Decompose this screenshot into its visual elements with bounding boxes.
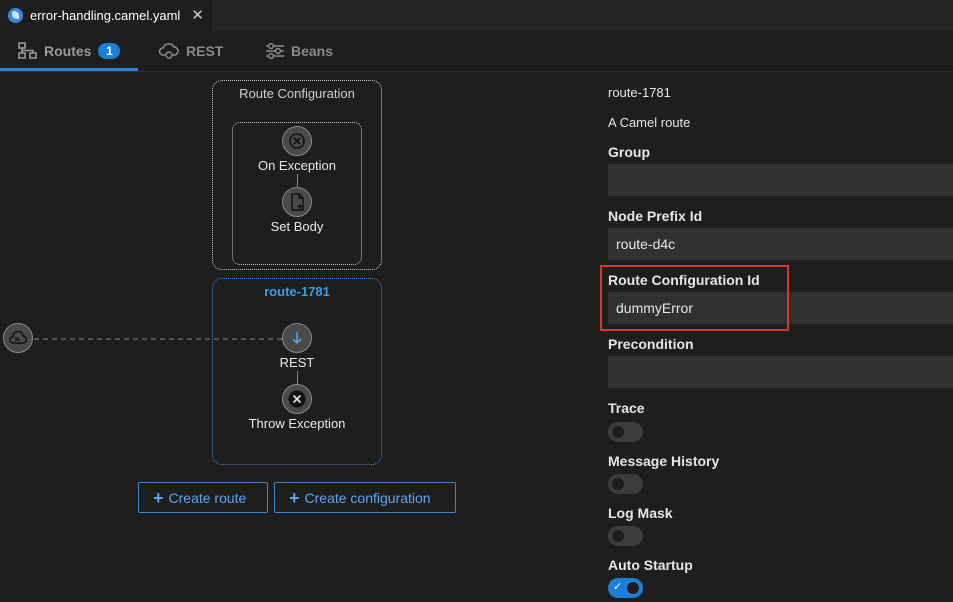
set-body-node[interactable] [282,187,312,217]
on-exception-node[interactable] [282,126,312,156]
annotation-highlight-box [600,265,789,331]
message-history-toggle[interactable] [608,474,643,494]
create-configuration-label: Create configuration [304,489,431,506]
plus-icon: + [289,487,300,508]
route-id-heading: route-1781 [608,85,671,100]
connector [297,371,298,385]
precondition-input[interactable] [608,356,953,388]
beans-sliders-icon [266,42,284,60]
set-body-label: Set Body [270,219,324,234]
rest-icon [292,332,302,344]
log-mask-toggle[interactable] [608,526,643,546]
tab-rest[interactable]: REST [158,31,223,71]
tab-routes[interactable]: Routes 1 [0,31,138,71]
auto-startup-toggle[interactable]: ✓ [608,578,643,598]
active-tab-indicator [0,68,138,71]
routes-icon [18,42,37,59]
routes-count-badge: 1 [98,43,121,59]
on-exception-icon [289,133,305,149]
node-prefix-id-input[interactable]: route-d4c [608,228,953,260]
throw-exception-icon [288,390,306,408]
route-canvas[interactable]: Route Configuration On Exception Set Bod… [0,72,596,602]
group-label: Group [608,144,650,160]
message-history-label: Message History [608,453,720,469]
view-tabs: Routes 1 REST Beans [0,31,953,72]
create-route-label: Create route [168,489,247,506]
trace-toggle[interactable] [608,422,643,442]
tab-beans[interactable]: Beans [265,31,333,71]
camel-file-icon [8,8,23,23]
route-description: A Camel route [608,115,691,130]
rest-cloud-icon [9,331,27,344]
tab-routes-label: Routes [44,43,92,59]
rest-source-node[interactable] [3,323,33,353]
connector [297,174,298,188]
check-icon: ✓ [613,581,623,593]
tab-beans-label: Beans [291,43,334,59]
dashed-edge [34,338,284,340]
rest-node[interactable] [282,323,312,353]
trace-label: Trace [608,400,645,416]
editor-file-tab[interactable]: error-handling.camel.yaml ✕ [0,0,214,31]
throw-exception-node[interactable] [282,384,312,414]
set-body-icon [291,193,304,211]
create-configuration-button[interactable]: + Create configuration [274,482,456,513]
throw-exception-label: Throw Exception [248,416,346,431]
group-input[interactable] [608,164,953,196]
properties-panel: route-1781 A Camel route Group Node Pref… [596,72,953,602]
precondition-label: Precondition [608,336,694,352]
log-mask-label: Log Mask [608,505,673,521]
plus-icon: + [153,487,164,508]
route-configuration-title: Route Configuration [239,86,355,101]
tab-rest-label: REST [186,43,224,59]
route-title: route-1781 [264,284,330,299]
node-prefix-id-label: Node Prefix Id [608,208,703,224]
rest-label: REST [279,355,315,370]
create-route-button[interactable]: + Create route [138,482,268,513]
on-exception-label: On Exception [257,158,337,173]
auto-startup-label: Auto Startup [608,557,693,573]
rest-cloud-icon [158,43,179,59]
file-tab-label: error-handling.camel.yaml [30,8,181,23]
close-tab-icon[interactable]: ✕ [191,6,204,24]
